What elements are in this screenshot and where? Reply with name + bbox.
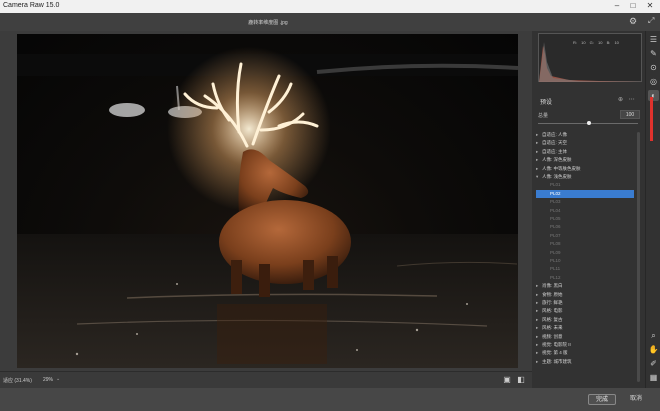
preset-group-label: 食物: 原始 [542, 291, 563, 297]
minimize-button[interactable]: – [611, 1, 623, 10]
expand-icon[interactable]: ⤢ [648, 16, 654, 26]
preset-group-label: 主题: 城市建筑 [542, 358, 572, 364]
preset-list: ▸ 自适应: 人像 ▸ 自适应: 天空 ▸ 自适应: 主体 ▸ 人像: 深色皮肤 ▸ 人像: 中等… [536, 131, 637, 388]
close-button[interactable]: ✕ [644, 1, 656, 10]
preset-group[interactable]: ▸ 人像: 深色皮肤 [536, 156, 637, 164]
amount-label: 总量 [538, 113, 549, 119]
preset-group-label: 人像: 浅色皮肤 [542, 174, 572, 179]
panel-header-icons: ⊕ ⋯ [618, 96, 635, 103]
histogram: R: 10 G: 10 B: 10 [538, 33, 643, 82]
top-bar: 鹿转率维度图 .jpg ⚙ ⤢ [0, 13, 660, 31]
filmstrip-icon[interactable]: ▣ [502, 375, 512, 385]
preset-list-scrollbar[interactable] [637, 132, 640, 382]
red-annotation-arrow [650, 97, 653, 141]
preset-group[interactable]: ▸ 视觉: 第 4 版 [536, 349, 637, 357]
preset-group-label: 视觉: 电影院 II [542, 342, 571, 347]
window-titlebar: Camera Raw 15.0 – □ ✕ [0, 0, 660, 13]
photo-preview[interactable] [17, 34, 518, 368]
preset-item[interactable]: PL11 [550, 265, 560, 273]
redeye-icon[interactable]: ◎ [648, 76, 659, 87]
file-name: 鹿转率维度图 .jpg [248, 20, 288, 26]
zoom-fit-label[interactable]: 适应 (31.4%) [3, 377, 32, 384]
preset-group[interactable]: ▸ 风格: 复古 [536, 316, 637, 324]
preset-group-label: 肖像: 黑白 [542, 283, 563, 289]
maximize-button[interactable]: □ [627, 1, 639, 10]
preset-item[interactable]: PL12 [550, 274, 561, 282]
preset-group-label: 自适应: 天空 [542, 140, 568, 146]
heal-icon[interactable]: ✎ [648, 48, 659, 59]
preset-group-label: 风格: 电影 [542, 308, 563, 314]
gear-icon[interactable]: ⚙ [629, 16, 637, 27]
amount-input[interactable]: 100 [620, 110, 640, 119]
zoom-icon[interactable]: ⌕ [648, 330, 659, 341]
preset-item[interactable]: PL01 [550, 181, 561, 189]
mask-icon[interactable]: ⊙ [648, 62, 659, 73]
hand-icon[interactable]: ✋ [648, 344, 659, 355]
panel-title: 预设 [540, 100, 553, 106]
amount-row: 总量 100 [538, 110, 640, 120]
preset-group[interactable]: ▸ 旅行: 鲜艳 [536, 299, 637, 307]
preset-group-label: 视频: 创意 [542, 333, 563, 339]
preset-item-selected[interactable]: PL02 [536, 189, 634, 198]
preset-group[interactable]: ▸ 自适应: 天空 [536, 139, 637, 147]
preset-item[interactable]: PL07 [550, 232, 561, 240]
preset-group[interactable]: ▸ 自适应: 主体 [536, 148, 637, 156]
right-panel: R: 10 G: 10 B: 10 预设 ⊕ ⋯ 总量 100 ▸ 自适应: 人像… [532, 31, 645, 388]
preset-group[interactable]: ▾ 人像: 浅色皮肤 [536, 173, 637, 181]
histogram-readout: R: 10 G: 10 B: 10 [573, 40, 619, 45]
preset-group-label: 视觉: 第 4 版 [542, 350, 568, 356]
more-icon[interactable]: ⋯ [629, 97, 635, 103]
preset-item[interactable]: PL05 [550, 215, 561, 223]
app-title: Camera Raw 15.0 [3, 2, 60, 9]
preset-group[interactable]: ▸ 人像: 中等肤色皮肤 [536, 165, 637, 173]
preset-item[interactable]: PL08 [550, 240, 561, 248]
preset-group-label: 自适应: 人像 [542, 132, 568, 137]
preset-item[interactable]: PL10 [550, 257, 561, 265]
new-preset-icon[interactable]: ⊕ [618, 97, 623, 103]
preset-group[interactable]: ▸ 自适应: 人像 [536, 131, 637, 139]
preset-group-label: 自适应: 主体 [542, 148, 568, 154]
preset-group[interactable]: ▸ 视觉: 电影院 II [536, 341, 637, 349]
preset-item[interactable]: PL09 [550, 249, 561, 257]
preset-group[interactable]: ▸ 主题: 城市建筑 [536, 358, 637, 366]
tool-strip: ☰ ✎ ⊙ ◎ ◐ ⌕ ✋ ✐ ▦ [645, 31, 660, 388]
canvas-area [0, 31, 532, 371]
preset-group[interactable]: ▸ 风格: 未来 [536, 324, 637, 332]
before-after-icon[interactable]: ◧ [516, 375, 526, 385]
edit-icon[interactable]: ☰ [648, 34, 659, 45]
preset-item[interactable]: PL04 [550, 207, 561, 215]
eyedropper-icon[interactable]: ✐ [648, 358, 659, 369]
preset-group[interactable]: ▸ 风格: 电影 [536, 307, 637, 315]
preset-group-label: 风格: 未来 [542, 325, 563, 331]
preset-group[interactable]: ▸ 食物: 原始 [536, 291, 637, 299]
done-button[interactable]: 完成 [588, 394, 616, 405]
preset-group[interactable]: ▸ 视频: 创意 [536, 333, 637, 341]
chevron-down-icon[interactable]: ⌄ [56, 376, 60, 382]
preset-group[interactable]: ▸ 肖像: 黑白 [536, 282, 637, 290]
preset-item[interactable]: PL06 [550, 223, 561, 231]
zoom-level[interactable]: 29% [43, 377, 53, 383]
preset-group-label: 人像: 深色皮肤 [542, 157, 572, 163]
footer-bar: 完成 取消 [0, 388, 660, 411]
amount-slider-handle[interactable] [587, 121, 591, 125]
cancel-button[interactable]: 取消 [624, 394, 648, 405]
preset-item[interactable]: PL03 [550, 198, 561, 206]
preset-group-label: 旅行: 鲜艳 [542, 300, 563, 305]
preset-group-label: 风格: 复古 [542, 316, 563, 322]
bottom-bar: 适应 (31.4%) 29% ⌄ ▣ ◧ [0, 371, 532, 389]
grid-icon[interactable]: ▦ [648, 372, 659, 383]
preset-group-label: 人像: 中等肤色皮肤 [542, 165, 581, 171]
